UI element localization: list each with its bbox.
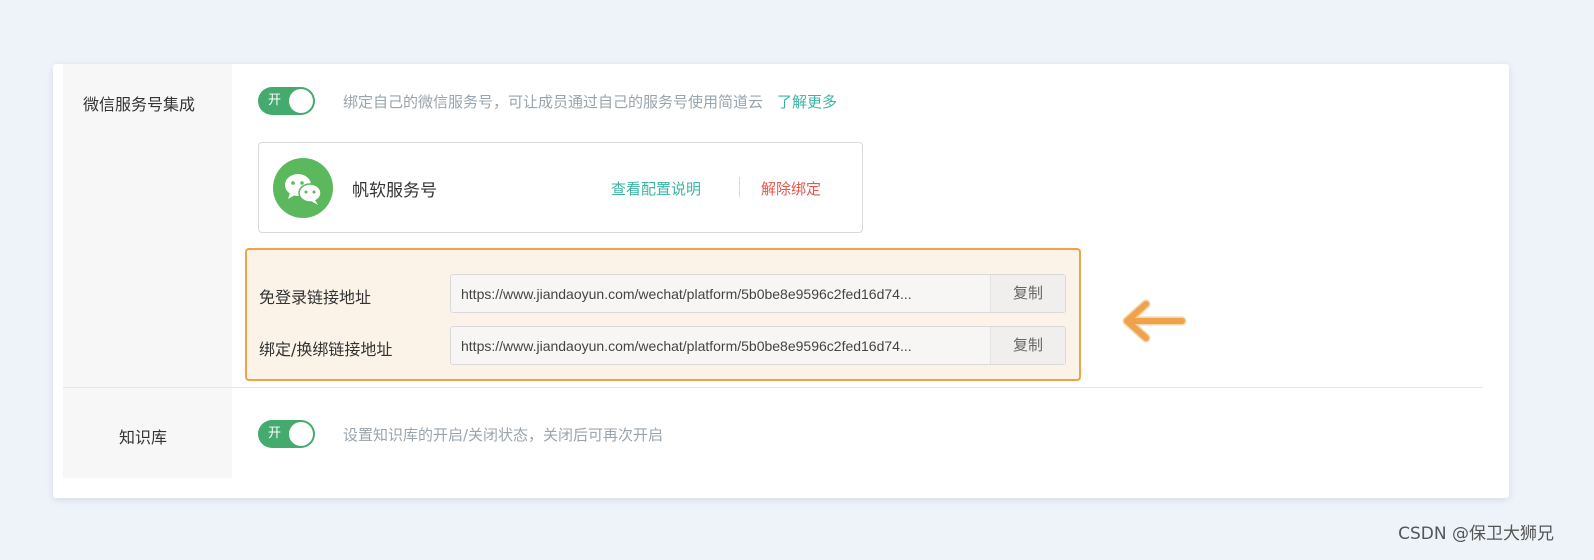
settings-card: 微信服务号集成 开 绑定自己的微信服务号，可让成员通过自己的服务号使用简道云 了解… [53, 64, 1509, 498]
watermark: CSDN @保卫大狮兄 [1398, 524, 1554, 544]
row-divider [63, 387, 1483, 388]
highlighted-links-box: 免登录链接地址 复制 绑定/换绑链接地址 复制 [245, 248, 1081, 381]
knowledge-base-label: 知识库 [119, 428, 168, 447]
toggle-on-text: 开 [268, 93, 282, 108]
toggle-on-text: 开 [268, 426, 282, 441]
label-column [63, 64, 232, 478]
login-free-link-field: 复制 [450, 274, 1066, 313]
login-free-link-label: 免登录链接地址 [259, 288, 372, 307]
arrow-left-icon [1122, 299, 1187, 343]
unbind-link[interactable]: 解除绑定 [761, 178, 821, 199]
knowledge-base-toggle[interactable]: 开 [258, 420, 315, 448]
knowledge-base-description: 设置知识库的开启/关闭状态，关闭后可再次开启 [343, 426, 664, 444]
wechat-icon [273, 158, 333, 218]
login-free-link-input[interactable] [451, 275, 991, 312]
toggle-knob [289, 89, 313, 113]
bind-link-label: 绑定/换绑链接地址 [259, 340, 393, 359]
bind-link-input[interactable] [451, 327, 991, 364]
toggle-knob [289, 422, 313, 446]
link-separator [739, 177, 740, 197]
wechat-integration-description: 绑定自己的微信服务号，可让成员通过自己的服务号使用简道云 了解更多 [343, 91, 837, 112]
wechat-integration-label: 微信服务号集成 [83, 95, 196, 114]
view-config-link[interactable]: 查看配置说明 [611, 178, 701, 199]
wechat-description-text: 绑定自己的微信服务号，可让成员通过自己的服务号使用简道云 [343, 93, 764, 111]
copy-login-free-link-button[interactable]: 复制 [990, 275, 1065, 312]
learn-more-link[interactable]: 了解更多 [777, 93, 837, 111]
account-name: 帆软服务号 [352, 181, 437, 201]
wechat-account-card: 帆软服务号 查看配置说明 解除绑定 [258, 142, 863, 233]
bind-link-field: 复制 [450, 326, 1066, 365]
copy-bind-link-button[interactable]: 复制 [990, 327, 1065, 364]
wechat-integration-toggle[interactable]: 开 [258, 87, 315, 115]
